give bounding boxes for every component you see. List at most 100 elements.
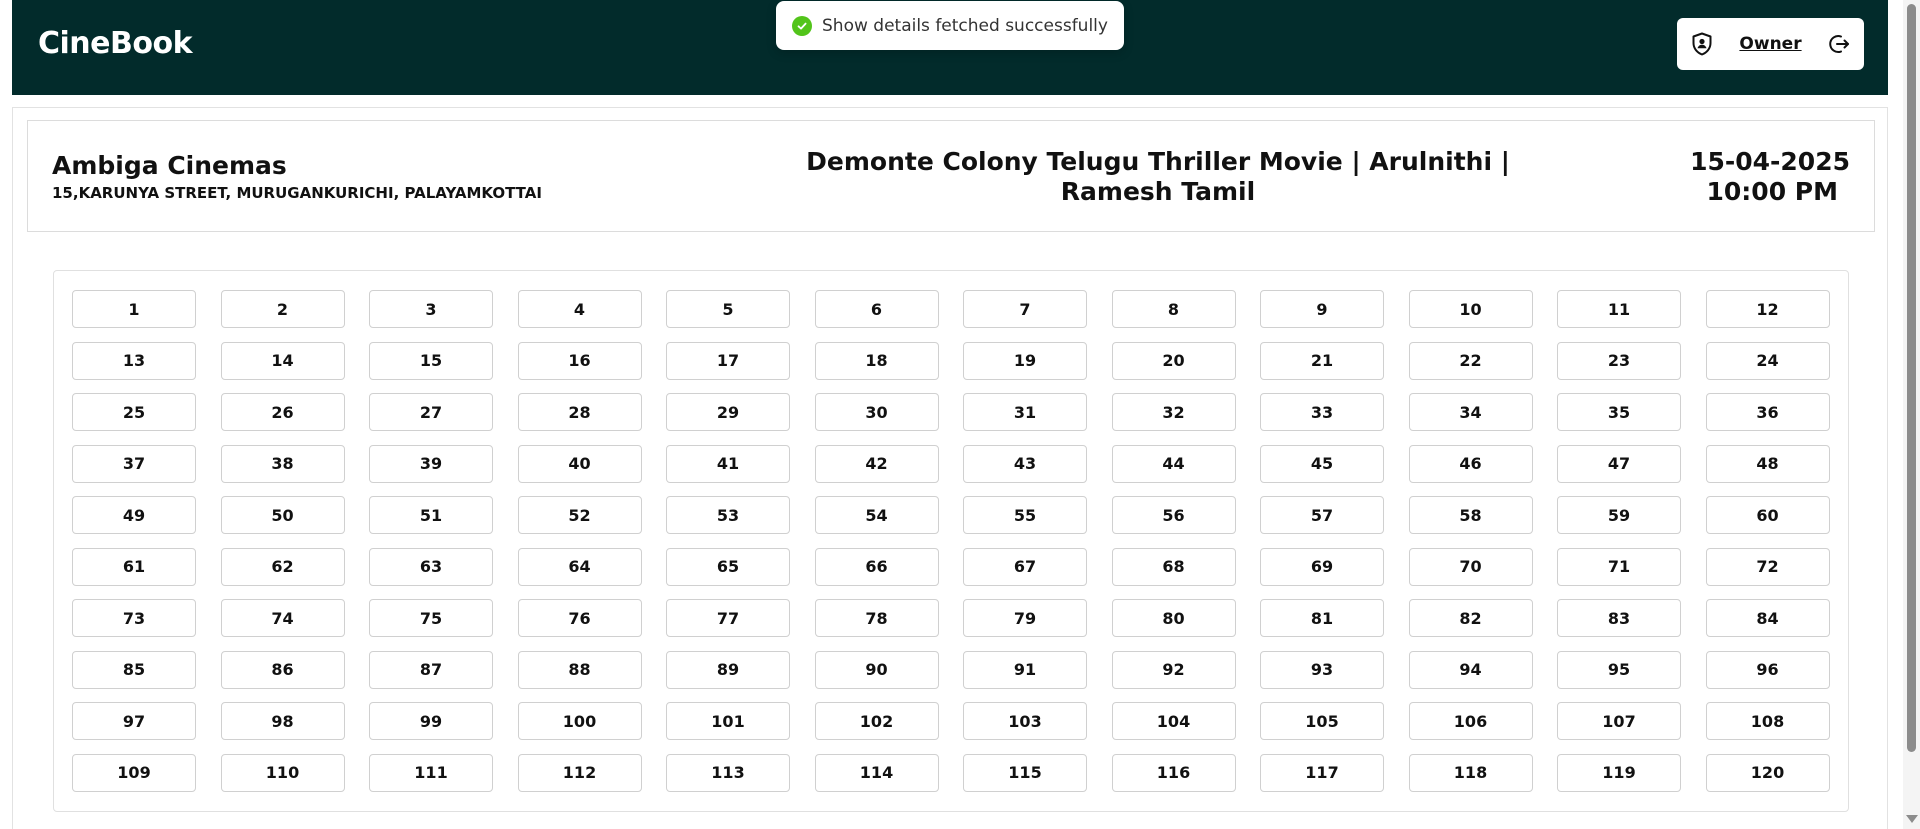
seat-button[interactable]: 4 <box>517 290 642 328</box>
seat-button[interactable]: 25 <box>72 393 196 431</box>
seat-button[interactable]: 53 <box>666 496 790 534</box>
seat-button[interactable]: 45 <box>1260 444 1384 483</box>
seat-button[interactable]: 109 <box>72 753 196 792</box>
seat-button[interactable]: 108 <box>1705 702 1830 740</box>
seat-button[interactable]: 38 <box>220 444 345 483</box>
seat-button[interactable]: 26 <box>220 393 345 431</box>
seat-button[interactable]: 93 <box>1260 650 1384 689</box>
logout-icon[interactable] <box>1826 31 1852 57</box>
seat-button[interactable]: 21 <box>1260 341 1384 380</box>
seat-button[interactable]: 112 <box>517 753 642 792</box>
seat-button[interactable]: 28 <box>517 393 642 431</box>
seat-button[interactable]: 92 <box>1111 650 1236 689</box>
seat-button[interactable]: 40 <box>517 444 642 483</box>
seat-button[interactable]: 49 <box>72 496 196 534</box>
scrollbar-thumb[interactable] <box>1907 4 1916 752</box>
seat-button[interactable]: 39 <box>369 444 493 483</box>
seat-button[interactable]: 119 <box>1557 753 1681 792</box>
seat-button[interactable]: 52 <box>517 496 642 534</box>
seat-button[interactable]: 90 <box>814 650 939 689</box>
seat-button[interactable]: 17 <box>666 341 790 380</box>
seat-button[interactable]: 32 <box>1111 393 1236 431</box>
seat-button[interactable]: 88 <box>517 650 642 689</box>
seat-button[interactable]: 8 <box>1111 290 1236 328</box>
seat-button[interactable]: 57 <box>1260 496 1384 534</box>
seat-button[interactable]: 24 <box>1705 341 1830 380</box>
seat-button[interactable]: 1 <box>72 290 196 328</box>
seat-button[interactable]: 83 <box>1557 599 1681 637</box>
seat-button[interactable]: 43 <box>963 444 1087 483</box>
seat-button[interactable]: 75 <box>369 599 493 637</box>
seat-button[interactable]: 48 <box>1705 444 1830 483</box>
seat-button[interactable]: 66 <box>814 547 939 586</box>
seat-button[interactable]: 30 <box>814 393 939 431</box>
seat-button[interactable]: 14 <box>220 341 345 380</box>
app-logo[interactable]: CineBook <box>38 26 193 61</box>
seat-button[interactable]: 68 <box>1111 547 1236 586</box>
seat-button[interactable]: 2 <box>220 290 345 328</box>
seat-button[interactable]: 82 <box>1408 599 1533 637</box>
seat-button[interactable]: 118 <box>1408 753 1533 792</box>
seat-button[interactable]: 91 <box>963 650 1087 689</box>
scroll-down-arrow-icon[interactable] <box>1906 815 1918 823</box>
seat-button[interactable]: 96 <box>1705 650 1830 689</box>
seat-button[interactable]: 31 <box>963 393 1087 431</box>
seat-button[interactable]: 95 <box>1557 650 1681 689</box>
seat-button[interactable]: 105 <box>1260 702 1384 740</box>
seat-button[interactable]: 76 <box>517 599 642 637</box>
seat-button[interactable]: 79 <box>963 599 1087 637</box>
seat-button[interactable]: 5 <box>666 290 790 328</box>
seat-button[interactable]: 111 <box>369 753 493 792</box>
seat-button[interactable]: 15 <box>369 341 493 380</box>
seat-button[interactable]: 78 <box>814 599 939 637</box>
seat-button[interactable]: 106 <box>1408 702 1533 740</box>
seat-button[interactable]: 77 <box>666 599 790 637</box>
seat-button[interactable]: 59 <box>1557 496 1681 534</box>
seat-button[interactable]: 81 <box>1260 599 1384 637</box>
seat-button[interactable]: 55 <box>963 496 1087 534</box>
seat-button[interactable]: 20 <box>1111 341 1236 380</box>
seat-button[interactable]: 99 <box>369 702 493 740</box>
seat-button[interactable]: 23 <box>1557 341 1681 380</box>
seat-button[interactable]: 74 <box>220 599 345 637</box>
seat-button[interactable]: 85 <box>72 650 196 689</box>
seat-button[interactable]: 62 <box>220 547 345 586</box>
seat-button[interactable]: 117 <box>1260 753 1384 792</box>
seat-button[interactable]: 100 <box>517 702 642 740</box>
seat-button[interactable]: 34 <box>1408 393 1533 431</box>
seat-button[interactable]: 18 <box>814 341 939 380</box>
seat-button[interactable]: 98 <box>220 702 345 740</box>
seat-button[interactable]: 11 <box>1557 290 1681 328</box>
seat-button[interactable]: 69 <box>1260 547 1384 586</box>
seat-button[interactable]: 86 <box>220 650 345 689</box>
seat-button[interactable]: 13 <box>72 341 196 380</box>
seat-button[interactable]: 87 <box>369 650 493 689</box>
seat-button[interactable]: 60 <box>1705 496 1830 534</box>
seat-button[interactable]: 54 <box>814 496 939 534</box>
seat-button[interactable]: 110 <box>220 753 345 792</box>
seat-button[interactable]: 16 <box>517 341 642 380</box>
seat-button[interactable]: 7 <box>963 290 1087 328</box>
seat-button[interactable]: 72 <box>1705 547 1830 586</box>
seat-button[interactable]: 3 <box>369 290 493 328</box>
seat-button[interactable]: 37 <box>72 444 196 483</box>
seat-button[interactable]: 70 <box>1408 547 1533 586</box>
seat-button[interactable]: 41 <box>666 444 790 483</box>
seat-button[interactable]: 9 <box>1260 290 1384 328</box>
seat-button[interactable]: 19 <box>963 341 1087 380</box>
seat-button[interactable]: 22 <box>1408 341 1533 380</box>
seat-button[interactable]: 113 <box>666 753 790 792</box>
seat-button[interactable]: 56 <box>1111 496 1236 534</box>
seat-button[interactable]: 101 <box>666 702 790 740</box>
seat-button[interactable]: 104 <box>1111 702 1236 740</box>
seat-button[interactable]: 29 <box>666 393 790 431</box>
seat-button[interactable]: 42 <box>814 444 939 483</box>
shield-user-icon[interactable] <box>1689 31 1715 57</box>
seat-button[interactable]: 63 <box>369 547 493 586</box>
seat-button[interactable]: 102 <box>814 702 939 740</box>
seat-button[interactable]: 50 <box>220 496 345 534</box>
seat-button[interactable]: 36 <box>1705 393 1830 431</box>
seat-button[interactable]: 107 <box>1557 702 1681 740</box>
seat-button[interactable]: 27 <box>369 393 493 431</box>
seat-button[interactable]: 120 <box>1705 753 1830 792</box>
